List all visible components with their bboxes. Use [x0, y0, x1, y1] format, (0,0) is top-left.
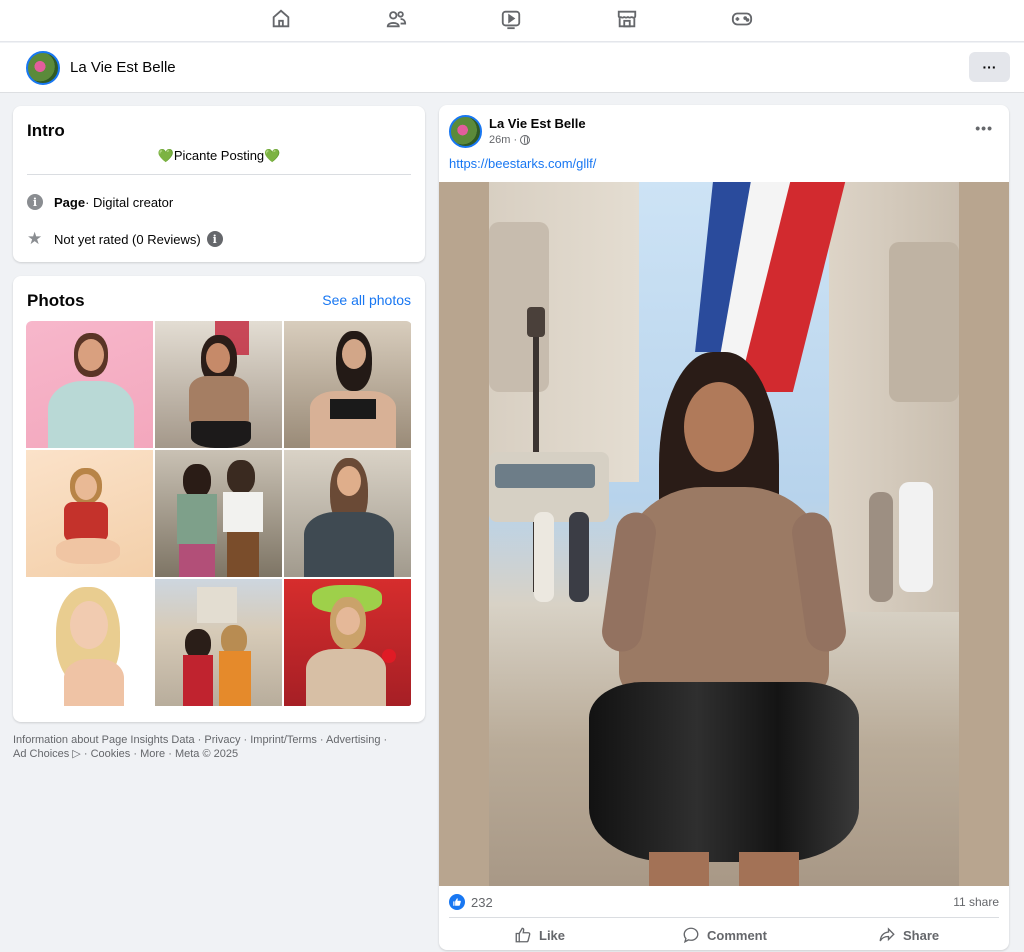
footer-copyright: Meta © 2025 — [174, 748, 239, 760]
like-label: Like — [539, 927, 566, 943]
post-meta: 26m · — [489, 134, 531, 146]
footer-link-advertising[interactable]: Advertising — [326, 734, 380, 746]
rating-row: ★ Not yet rated (0 Reviews) i — [27, 229, 223, 249]
page-header: La Vie Est Belle ··· — [0, 43, 1024, 93]
thumbs-up-icon — [515, 927, 531, 943]
page-name[interactable]: La Vie Est Belle — [70, 59, 176, 76]
comment-button[interactable]: Comment — [682, 925, 767, 945]
reaction-count: 232 — [471, 894, 493, 910]
footer-link-privacy[interactable]: Privacy — [204, 734, 240, 746]
photo-thumbnail[interactable] — [155, 579, 282, 706]
page-category: · Digital creator — [85, 194, 174, 210]
comment-icon — [683, 927, 699, 944]
intro-title: Intro — [27, 121, 65, 140]
more-options-button[interactable]: ··· — [969, 52, 1010, 82]
footer-link-cookies[interactable]: Cookies — [91, 748, 131, 760]
globe-icon — [520, 135, 531, 145]
comment-label: Comment — [707, 927, 767, 943]
home-icon[interactable] — [267, 7, 295, 31]
reaction-summary[interactable]: 232 — [449, 894, 493, 910]
actions-divider — [449, 917, 999, 918]
photo-thumbnail[interactable] — [284, 579, 411, 706]
page-type-row: i Page · Digital creator — [27, 194, 173, 210]
footer-link-more[interactable]: More — [140, 748, 165, 760]
friends-icon[interactable] — [382, 7, 410, 31]
photos-title: Photos — [27, 291, 85, 310]
footer-link-imprint[interactable]: Imprint/Terms — [250, 734, 317, 746]
footer-link-page-insights[interactable]: Information about Page Insights Data — [13, 734, 195, 746]
see-all-photos-link[interactable]: See all photos — [322, 292, 411, 308]
photo-thumbnail[interactable] — [284, 450, 411, 577]
like-button[interactable]: Like — [514, 925, 565, 945]
page-avatar[interactable] — [26, 51, 60, 85]
intro-bio: 💚Picante Posting💚 — [157, 148, 281, 163]
share-button[interactable]: Share — [878, 925, 939, 945]
footer-line-1: Information about Page Insights Data · P… — [13, 734, 388, 746]
post-author-name[interactable]: La Vie Est Belle — [489, 116, 586, 131]
share-arrow-icon — [879, 927, 895, 942]
star-icon: ★ — [27, 229, 43, 248]
rating-text: Not yet rated (0 Reviews) — [54, 231, 201, 247]
photos-card: Photos See all photos — [13, 276, 425, 722]
post-photo-scene — [489, 182, 959, 886]
top-navigation — [0, 0, 1024, 42]
photo-thumbnail[interactable] — [155, 321, 282, 448]
photo-grid — [26, 321, 412, 707]
photo-thumbnail[interactable] — [26, 450, 153, 577]
share-label: Share — [903, 927, 940, 943]
footer-link-ad-choices[interactable]: Ad Choices ▷ — [13, 748, 81, 760]
post-more-options-icon[interactable]: ••• — [975, 120, 993, 136]
gaming-icon[interactable] — [728, 7, 756, 31]
post-author-avatar[interactable] — [449, 115, 482, 148]
marketplace-icon[interactable] — [613, 7, 641, 31]
share-count[interactable]: 11 share — [953, 895, 999, 909]
intro-divider — [27, 174, 411, 175]
intro-card: Intro 💚Picante Posting💚 i Page · Digital… — [13, 106, 425, 262]
info-icon: i — [27, 194, 43, 210]
photo-thumbnail[interactable] — [26, 321, 153, 448]
page-footer: Information about Page Insights Data · P… — [13, 733, 425, 761]
post-image[interactable] — [439, 182, 1009, 886]
like-reaction-icon — [449, 894, 465, 910]
page-type-label: Page — [54, 194, 86, 210]
post-link[interactable]: https://beestarks.com/gllf/ — [449, 156, 596, 171]
post-timestamp[interactable]: 26m · — [489, 134, 517, 146]
video-icon[interactable] — [497, 7, 525, 31]
photo-thumbnail[interactable] — [26, 579, 153, 706]
footer-line-2: Ad Choices ▷ · Cookies · More · Meta © 2… — [13, 748, 239, 760]
photo-thumbnail[interactable] — [284, 321, 411, 448]
post-card: La Vie Est Belle 26m · ••• https://beest… — [439, 105, 1009, 950]
photo-thumbnail[interactable] — [155, 450, 282, 577]
rating-info-icon[interactable]: i — [206, 231, 223, 247]
